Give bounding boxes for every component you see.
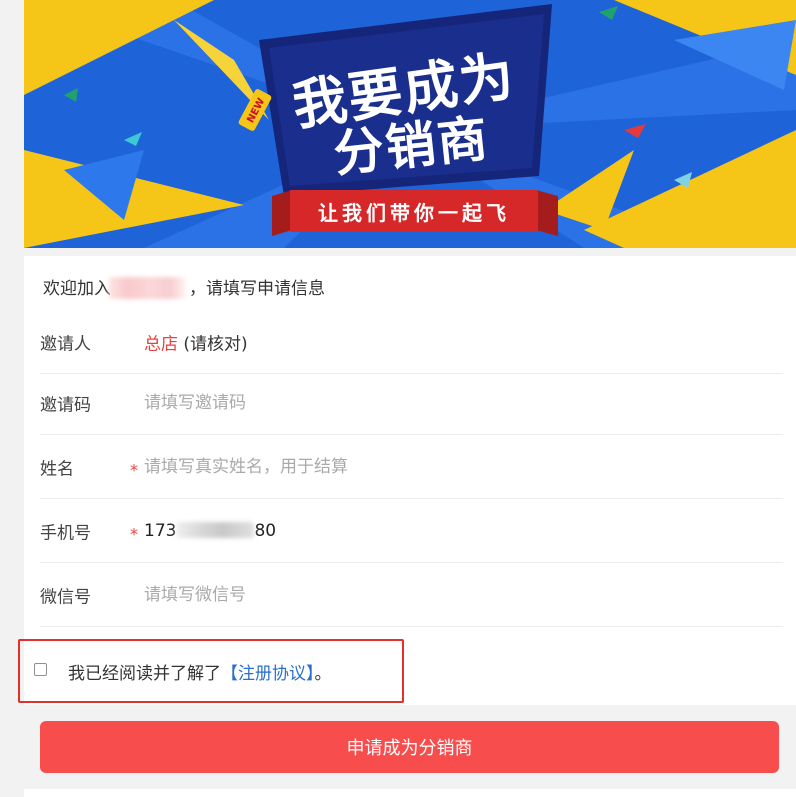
agreement-text: 我已经阅读并了解了【注册协议】。 [68, 659, 332, 684]
redacted-phone-digits [176, 521, 255, 538]
banner-illustration: NEW 我要成为 分销商 让我们带你一起飞 [24, 0, 796, 248]
agreement-checkbox[interactable] [34, 663, 47, 676]
agreement-highlight: 我已经阅读并了解了【注册协议】。 [18, 639, 404, 703]
name-label: 姓名 [40, 459, 74, 479]
redacted-shop-name [109, 277, 185, 299]
inviter-label: 邀请人 [40, 334, 91, 354]
welcome-message: 欢迎加入 ，请填写申请信息 [43, 274, 325, 299]
wechat-row: 微信号 [40, 563, 783, 627]
welcome-prefix: 欢迎加入 [43, 279, 111, 299]
banner-subtitle: 让我们带你一起飞 [318, 201, 510, 225]
inviter-note: (请核对) [183, 334, 248, 354]
application-form: 欢迎加入 ，请填写申请信息 邀请人 总店 (请核对) 邀请码 姓名 * 手机号 *… [18, 256, 796, 705]
name-input[interactable] [144, 451, 764, 482]
bottom-strip [24, 789, 796, 797]
submit-button[interactable]: 申请成为分销商 [40, 721, 779, 773]
phone-value-end: 80 [254, 520, 277, 541]
agreement-text-before: 我已经阅读并了解了 [68, 664, 221, 684]
name-row: 姓名 * [40, 435, 783, 499]
agreement-text-after: 。 [314, 664, 332, 684]
required-marker: * [130, 523, 138, 543]
wechat-label: 微信号 [40, 587, 91, 607]
promo-banner: NEW 我要成为 分销商 让我们带你一起飞 [24, 0, 796, 248]
invite-code-row: 邀请码 [40, 371, 783, 435]
phone-row: 手机号 * 173 80 [40, 499, 783, 563]
inviter-row: 邀请人 总店 (请核对) [40, 310, 783, 374]
welcome-suffix: ，请填写申请信息 [189, 279, 325, 299]
agreement-link[interactable]: 【注册协议】 [221, 664, 315, 684]
phone-value-start: 173 [144, 520, 177, 541]
invite-code-label: 邀请码 [40, 395, 91, 415]
inviter-name: 总店 [144, 334, 178, 354]
invite-code-input[interactable] [144, 387, 764, 418]
phone-label: 手机号 [40, 523, 91, 543]
inviter-value: 总店 (请核对) [144, 329, 248, 354]
wechat-input[interactable] [144, 579, 764, 610]
phone-input[interactable]: 173 80 [144, 521, 276, 541]
page: NEW 我要成为 分销商 让我们带你一起飞 欢迎加入 ，请填写申请信息 邀请人 总… [18, 0, 796, 797]
required-marker: * [130, 459, 138, 479]
